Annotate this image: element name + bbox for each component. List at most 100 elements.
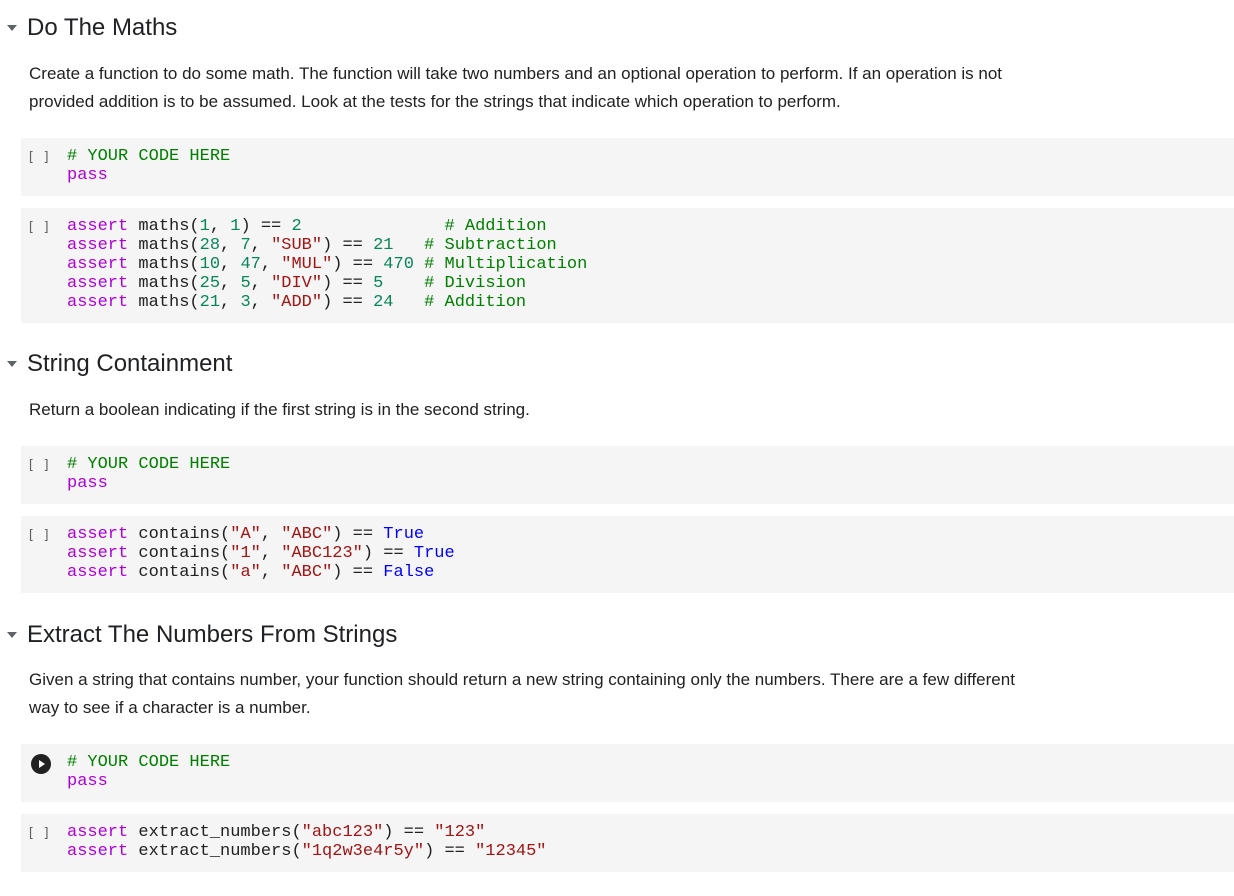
code-token: ) == bbox=[240, 217, 292, 236]
code-token: 28 bbox=[199, 236, 221, 255]
code-cell[interactable]: [ ] assert extract_numbers("abc123") == "… bbox=[21, 814, 1234, 872]
code-token: assert bbox=[67, 525, 129, 544]
cell-execution-prompt[interactable]: [ ] bbox=[27, 528, 57, 543]
code-line: pass bbox=[67, 772, 230, 791]
code-token: extract_numbers( bbox=[128, 842, 302, 861]
code-token: "1" bbox=[230, 544, 261, 563]
code-token: , bbox=[220, 255, 241, 274]
code-token: 1 bbox=[199, 217, 210, 236]
code-token: 24 bbox=[373, 293, 394, 312]
code-token: "SUB" bbox=[271, 236, 323, 255]
code-token: contains( bbox=[128, 525, 231, 544]
code-token: 5 bbox=[373, 274, 384, 293]
code-token: pass bbox=[67, 772, 108, 791]
code-token: ) == bbox=[322, 293, 374, 312]
code-token: , bbox=[250, 236, 272, 255]
code-cell[interactable]: # YOUR CODE HERE pass bbox=[21, 744, 1234, 802]
code-token: # Addition bbox=[424, 293, 527, 312]
code-token: assert bbox=[67, 217, 129, 236]
code-token: assert bbox=[67, 255, 129, 274]
code-token: ) == bbox=[362, 544, 414, 563]
code-token: assert bbox=[67, 842, 129, 861]
code-token: assert bbox=[67, 293, 129, 312]
code-line: # YOUR CODE HERE bbox=[67, 147, 230, 166]
code-token: , bbox=[260, 563, 282, 582]
code-editor[interactable]: assert maths(1, 1) == 2 # Addition assert… bbox=[67, 217, 587, 312]
code-token: "MUL" bbox=[281, 255, 333, 274]
code-line: assert maths(25, 5, "DIV") == 5 # Divisi… bbox=[67, 274, 587, 293]
code-token: ) == bbox=[332, 563, 384, 582]
code-token: , bbox=[220, 236, 241, 255]
code-token: , bbox=[260, 255, 282, 274]
code-token: , bbox=[220, 274, 241, 293]
code-token: "ABC123" bbox=[281, 544, 363, 563]
code-token: 21 bbox=[199, 293, 221, 312]
code-token: 1 bbox=[230, 217, 241, 236]
code-token: extract_numbers( bbox=[128, 823, 302, 842]
code-token: 21 bbox=[373, 236, 394, 255]
code-token: "a" bbox=[230, 563, 261, 582]
cell-execution-prompt[interactable]: [ ] bbox=[27, 458, 57, 473]
code-token: 2 bbox=[291, 217, 302, 236]
section-heading-do-the-maths[interactable]: Do The Maths bbox=[0, 12, 177, 44]
code-cell[interactable]: [ ] # YOUR CODE HERE pass bbox=[21, 138, 1234, 196]
section-description: Create a function to do some math. The f… bbox=[29, 64, 1003, 111]
code-line: assert maths(1, 1) == 2 # Addition bbox=[67, 217, 587, 236]
code-cell[interactable]: [ ] # YOUR CODE HERE pass bbox=[21, 446, 1234, 504]
code-token: 5 bbox=[240, 274, 251, 293]
code-line: assert extract_numbers("1q2w3e4r5y") == … bbox=[67, 842, 547, 861]
code-token: assert bbox=[67, 274, 129, 293]
code-editor[interactable]: # YOUR CODE HERE pass bbox=[67, 147, 230, 185]
code-token: maths( bbox=[128, 255, 200, 274]
heading-text: Do The Maths bbox=[27, 14, 178, 41]
code-token: assert bbox=[67, 823, 129, 842]
cell-execution-prompt[interactable]: [ ] bbox=[27, 220, 57, 235]
code-token: True bbox=[383, 525, 425, 544]
code-cell[interactable]: [ ] assert contains("A", "ABC") == True as… bbox=[21, 516, 1234, 593]
code-token: 470 bbox=[383, 255, 414, 274]
code-token: contains( bbox=[128, 544, 231, 563]
code-editor[interactable]: assert extract_numbers("abc123") == "123… bbox=[67, 823, 547, 861]
code-token: contains( bbox=[128, 563, 231, 582]
collapse-caret-icon[interactable] bbox=[7, 25, 17, 31]
code-token: # YOUR CODE HERE bbox=[67, 455, 231, 474]
cell-execution-prompt[interactable]: [ ] bbox=[27, 826, 57, 841]
code-token: , bbox=[260, 525, 282, 544]
code-token: maths( bbox=[128, 217, 200, 236]
code-token: ) == bbox=[322, 236, 374, 255]
code-line: assert contains("1", "ABC123") == True bbox=[67, 544, 455, 563]
code-cell[interactable]: [ ] assert maths(1, 1) == 2 # Addition ass… bbox=[21, 208, 1234, 323]
code-line: pass bbox=[67, 166, 230, 185]
code-line: assert maths(28, 7, "SUB") == 21 # Subtr… bbox=[67, 236, 587, 255]
section-heading-string-containment[interactable]: String Containment bbox=[0, 348, 232, 380]
code-editor[interactable]: assert contains("A", "ABC") == True asser… bbox=[67, 525, 455, 582]
code-token: # Subtraction bbox=[424, 236, 557, 255]
collapse-caret-icon[interactable] bbox=[7, 632, 17, 638]
code-editor[interactable]: # YOUR CODE HERE pass bbox=[67, 455, 230, 493]
code-token: assert bbox=[67, 563, 129, 582]
run-cell-button[interactable] bbox=[31, 754, 51, 774]
code-line: assert extract_numbers("abc123") == "123… bbox=[67, 823, 547, 842]
code-token: , bbox=[260, 544, 282, 563]
collapse-caret-icon[interactable] bbox=[7, 361, 17, 367]
heading-text: String Containment bbox=[27, 350, 233, 377]
code-editor[interactable]: # YOUR CODE HERE pass bbox=[67, 753, 230, 791]
code-token: # YOUR CODE HERE bbox=[67, 753, 231, 772]
code-token: ) == bbox=[424, 842, 476, 861]
section-heading-extract-numbers[interactable]: Extract The Numbers From Strings bbox=[0, 619, 397, 651]
code-token: maths( bbox=[128, 274, 200, 293]
code-token: ) == bbox=[332, 255, 384, 274]
code-line: # YOUR CODE HERE bbox=[67, 753, 230, 772]
code-token: , bbox=[250, 293, 272, 312]
heading-text: Extract The Numbers From Strings bbox=[27, 621, 398, 648]
code-token: "DIV" bbox=[271, 274, 323, 293]
cell-execution-prompt[interactable]: [ ] bbox=[27, 150, 57, 165]
code-token: assert bbox=[67, 544, 129, 563]
code-line: assert maths(10, 47, "MUL") == 470 # Mul… bbox=[67, 255, 587, 274]
code-token: "12345" bbox=[475, 842, 547, 861]
code-line: assert contains("a", "ABC") == False bbox=[67, 563, 455, 582]
code-token: # Division bbox=[424, 274, 527, 293]
